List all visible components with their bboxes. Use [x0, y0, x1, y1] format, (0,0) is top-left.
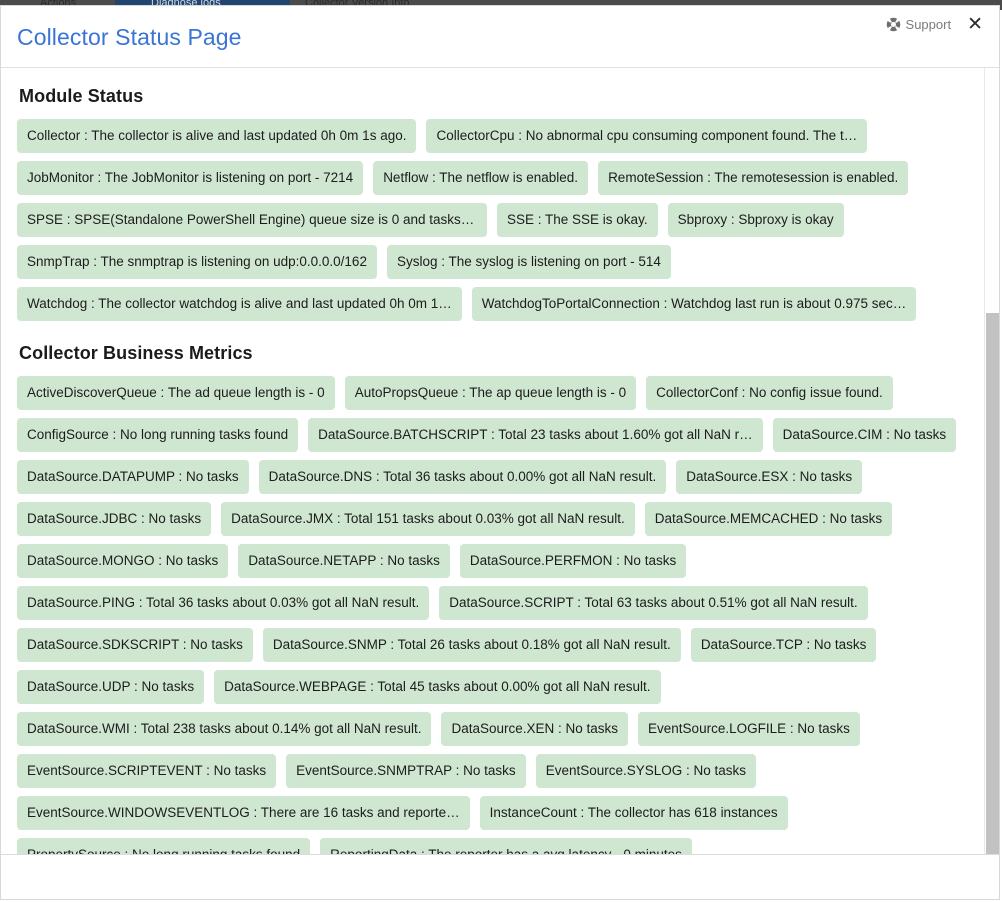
metric-pill[interactable]: EventSource.SCRIPTEVENT : No tasks [17, 754, 277, 788]
status-pill[interactable]: RemoteSession : The remotesession is ena… [598, 161, 909, 195]
module-status-pill-list: Collector : The collector is alive and l… [17, 119, 973, 321]
metric-pill[interactable]: DataSource.NETAPP : No tasks [238, 544, 450, 578]
metric-pill[interactable]: DataSource.XEN : No tasks [441, 712, 629, 746]
page-title: Collector Status Page [17, 24, 242, 50]
metric-pill[interactable]: EventSource.SNMPTRAP : No tasks [286, 754, 526, 788]
metric-pill[interactable]: EventSource.LOGFILE : No tasks [638, 712, 860, 746]
metric-pill[interactable]: DataSource.UDP : No tasks [17, 670, 205, 704]
modal-header: Collector Status Page Support ✕ [1, 6, 999, 68]
status-pill[interactable]: JobMonitor : The JobMonitor is listening… [17, 161, 364, 195]
status-pill[interactable]: CollectorCpu : No abnormal cpu consuming… [426, 119, 868, 153]
scrollbar-thumb[interactable] [986, 313, 999, 854]
metric-pill[interactable]: DataSource.MONGO : No tasks [17, 544, 229, 578]
metric-pill[interactable]: ConfigSource : No long running tasks fou… [17, 418, 299, 452]
business-metrics-pill-list: ActiveDiscoverQueue : The ad queue lengt… [17, 376, 973, 854]
metric-pill[interactable]: PropertySource : No long running tasks f… [17, 838, 311, 854]
metric-pill[interactable]: EventSource.WINDOWSEVENTLOG : There are … [17, 796, 470, 830]
status-pill[interactable]: WatchdogToPortalConnection : Watchdog la… [471, 287, 917, 321]
metric-pill[interactable]: CollectorConf : No config issue found. [646, 376, 893, 410]
metric-pill[interactable]: DataSource.JDBC : No tasks [17, 502, 212, 536]
metric-pill[interactable]: DataSource.PERFMON : No tasks [459, 544, 687, 578]
close-button[interactable]: ✕ [965, 14, 985, 35]
section-collector-business-metrics: Collector Business Metrics ActiveDiscove… [17, 343, 977, 854]
metric-pill[interactable]: DataSource.TCP : No tasks [690, 628, 877, 662]
metric-pill[interactable]: DataSource.DATAPUMP : No tasks [17, 460, 249, 494]
metric-pill[interactable]: DataSource.SCRIPT : Total 63 tasks about… [439, 586, 868, 620]
metric-pill[interactable]: DataSource.SNMP : Total 26 tasks about 0… [262, 628, 681, 662]
metric-pill[interactable]: DataSource.WMI : Total 238 tasks about 0… [17, 712, 432, 746]
metric-pill[interactable]: DataSource.MEMCACHED : No tasks [644, 502, 893, 536]
metric-pill[interactable]: ActiveDiscoverQueue : The ad queue lengt… [17, 376, 335, 410]
module-status-heading: Module Status [19, 86, 144, 106]
vertical-scrollbar[interactable] [984, 68, 999, 854]
metric-pill[interactable]: AutoPropsQueue : The ap queue length is … [344, 376, 637, 410]
status-pill[interactable]: Collector : The collector is alive and l… [17, 119, 417, 153]
metric-pill[interactable]: DataSource.WEBPAGE : Total 45 tasks abou… [214, 670, 661, 704]
metric-pill[interactable]: InstanceCount : The collector has 618 in… [479, 796, 788, 830]
metric-pill[interactable]: DataSource.JMX : Total 151 tasks about 0… [221, 502, 635, 536]
collector-status-modal: Collector Status Page Support ✕ Module S… [0, 5, 1000, 900]
support-label: Support [905, 17, 952, 32]
metric-pill[interactable]: DataSource.SDKSCRIPT : No tasks [17, 628, 253, 662]
modal-footer [1, 855, 999, 899]
status-pill[interactable]: SSE : The SSE is okay. [497, 203, 658, 237]
metric-pill[interactable]: DataSource.BATCHSCRIPT : Total 23 tasks … [308, 418, 763, 452]
metric-pill[interactable]: DataSource.CIM : No tasks [772, 418, 957, 452]
status-content: Module Status Collector : The collector … [1, 68, 999, 854]
status-pill[interactable]: Netflow : The netflow is enabled. [373, 161, 589, 195]
header-actions: Support ✕ [886, 14, 985, 35]
status-pill[interactable]: SnmpTrap : The snmptrap is listening on … [17, 245, 377, 279]
lifebuoy-icon [886, 17, 901, 32]
metric-pill[interactable]: ReportingData : The reporter has a avg l… [320, 838, 692, 854]
status-pill[interactable]: Watchdog : The collector watchdog is ali… [17, 287, 462, 321]
support-button[interactable]: Support [886, 17, 952, 32]
section-module-status: Module Status Collector : The collector … [17, 86, 977, 321]
metric-pill[interactable]: DataSource.DNS : Total 36 tasks about 0.… [258, 460, 667, 494]
modal-body: Module Status Collector : The collector … [1, 68, 999, 855]
status-pill[interactable]: Sbproxy : Sbproxy is okay [667, 203, 844, 237]
status-pill[interactable]: SPSE : SPSE(Standalone PowerShell Engine… [17, 203, 487, 237]
business-metrics-heading: Collector Business Metrics [19, 343, 253, 363]
metric-pill[interactable]: DataSource.PING : Total 36 tasks about 0… [17, 586, 430, 620]
status-pill[interactable]: Syslog : The syslog is listening on port… [386, 245, 671, 279]
metric-pill[interactable]: DataSource.ESX : No tasks [676, 460, 863, 494]
metric-pill[interactable]: EventSource.SYSLOG : No tasks [535, 754, 757, 788]
